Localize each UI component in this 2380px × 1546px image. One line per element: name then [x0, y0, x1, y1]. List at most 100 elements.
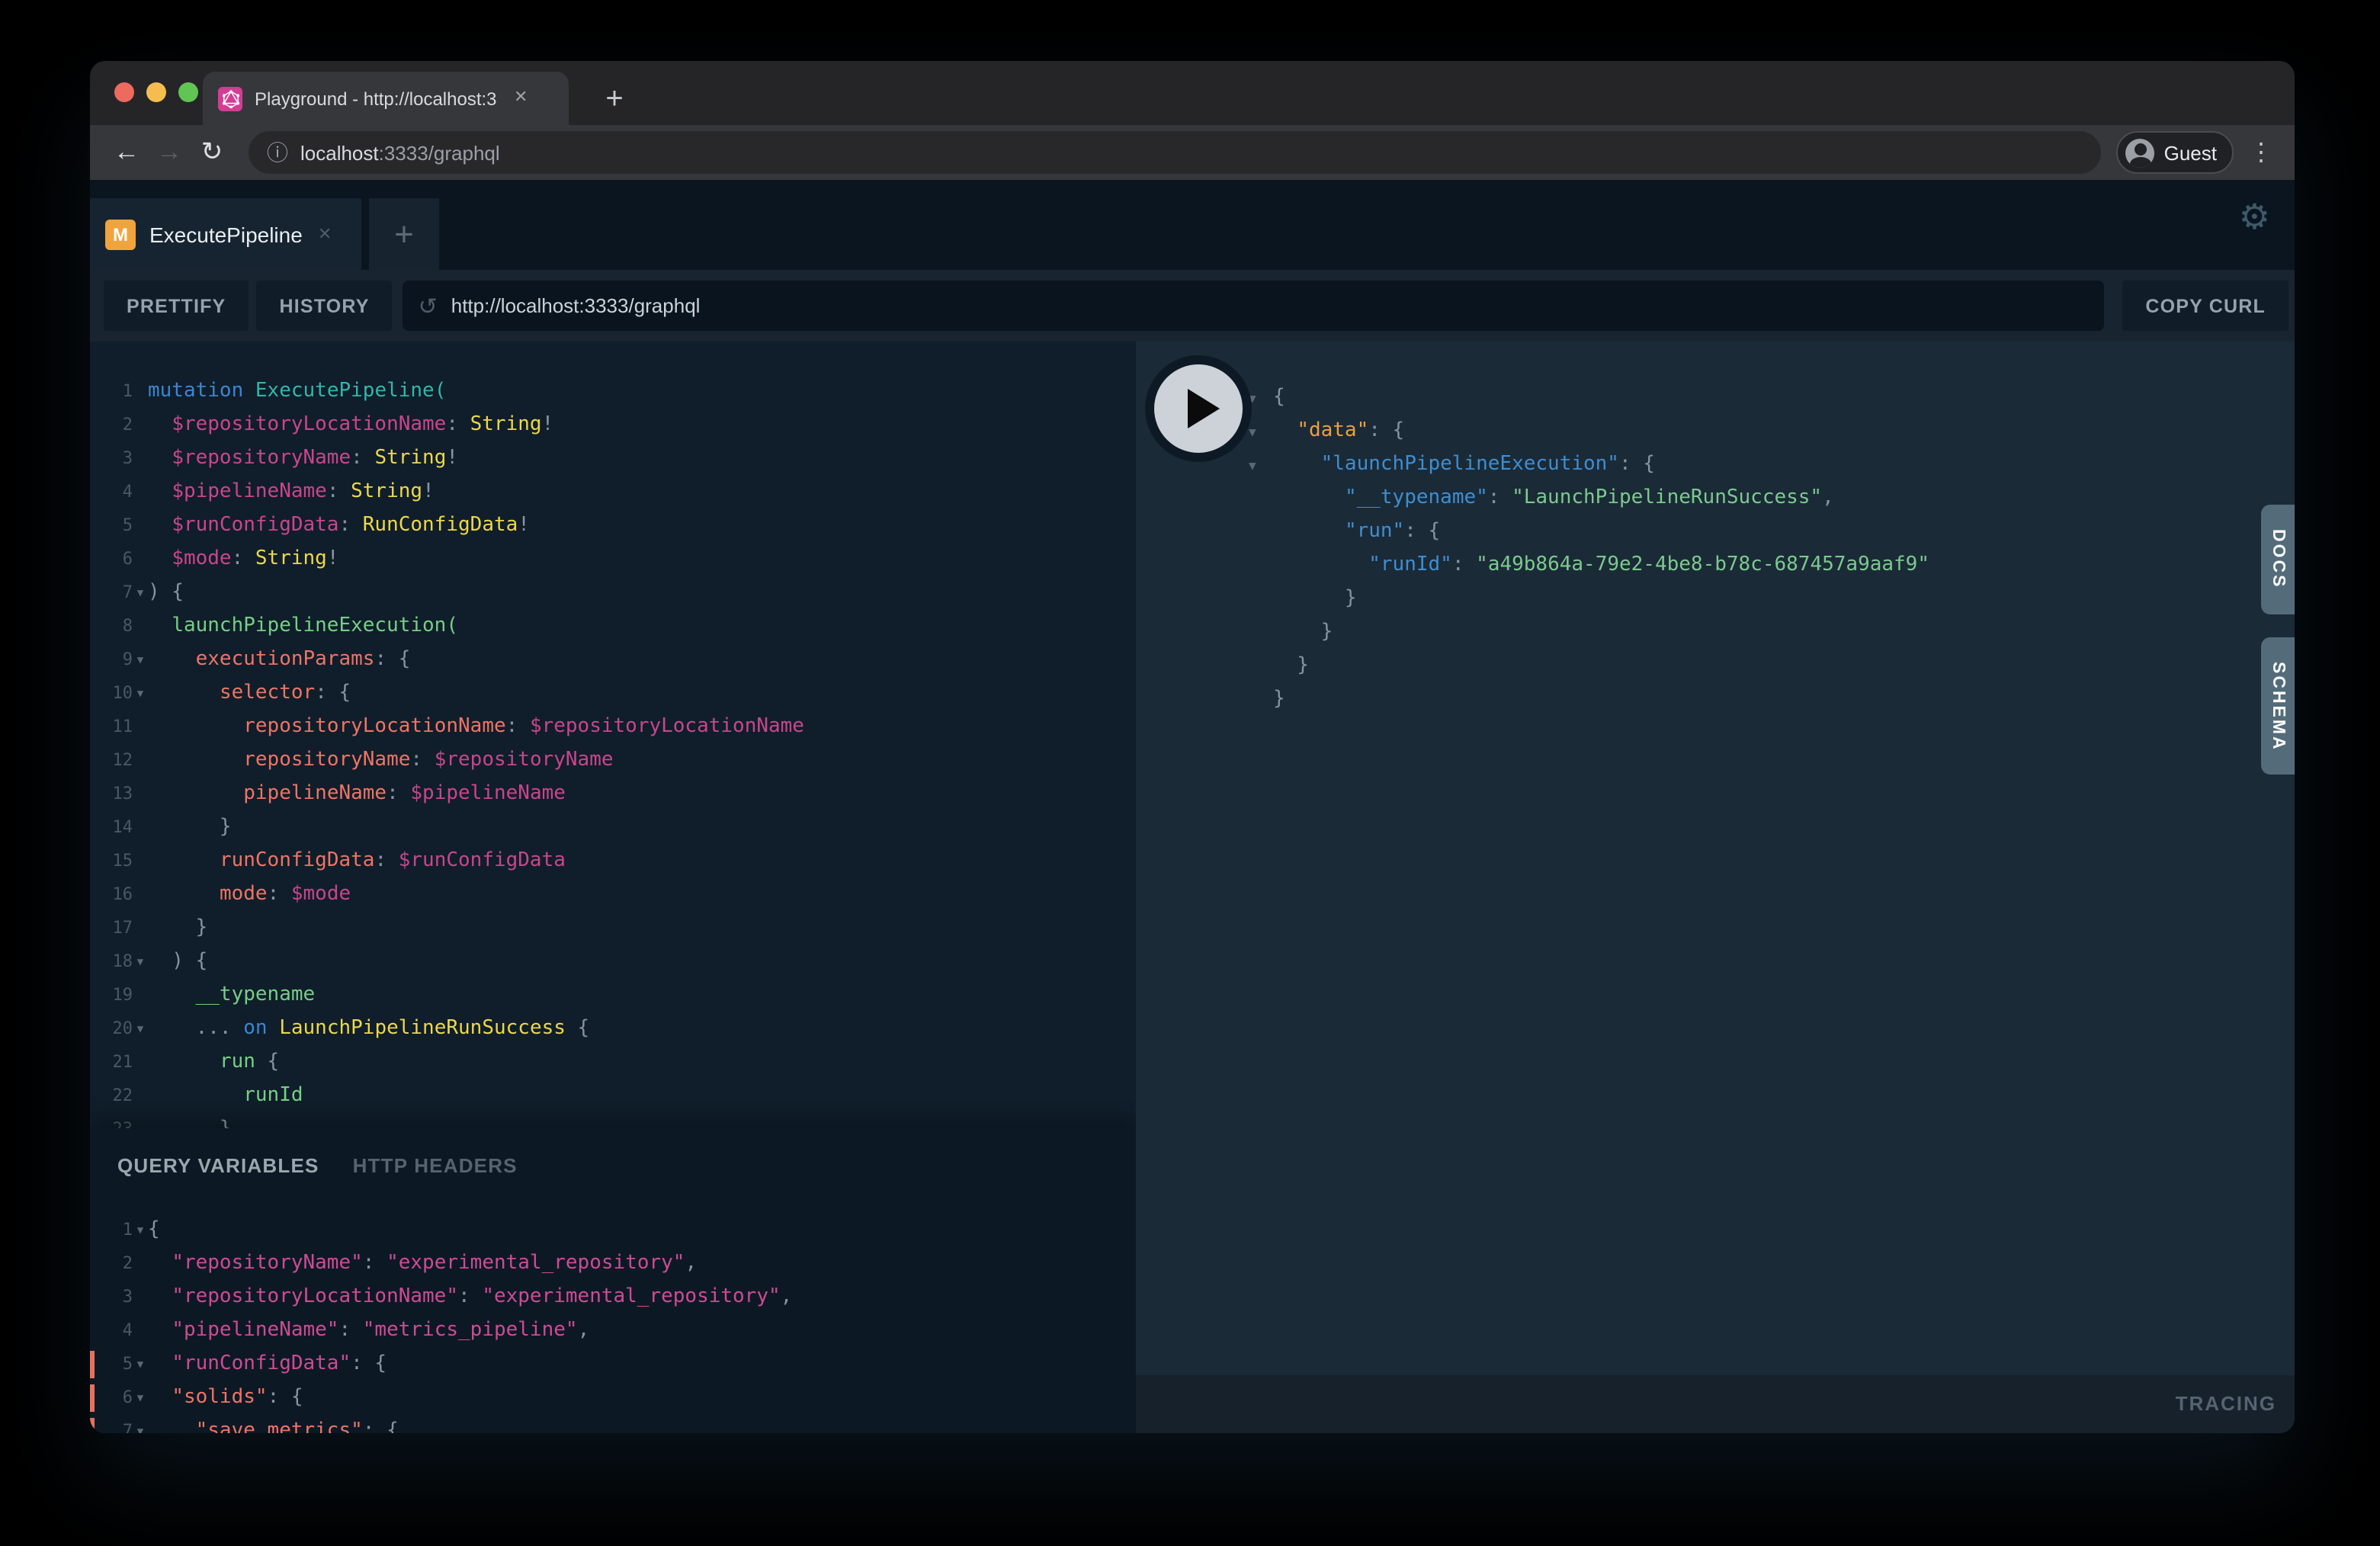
- code-token: "runId": [1368, 549, 1452, 582]
- code-line: 2 "repositoryName": "experimental_reposi…: [90, 1247, 1136, 1281]
- code-line: 6▼ "solids": {: [90, 1381, 1136, 1415]
- code-token: String: [470, 409, 542, 442]
- fold-spacer: [1249, 582, 1273, 616]
- endpoint-url: http://localhost:3333/graphql: [451, 294, 701, 317]
- tab-close-icon[interactable]: ✕: [514, 90, 528, 107]
- code-token: :: [410, 744, 434, 778]
- fold-spacer: [133, 1247, 148, 1281]
- code-token: }: [148, 912, 207, 945]
- history-button[interactable]: HISTORY: [256, 281, 392, 331]
- fold-spacer: [133, 543, 148, 576]
- code-token: {: [148, 1214, 160, 1247]
- line-number: 4: [90, 1314, 133, 1348]
- code-token: }: [148, 811, 232, 845]
- code-line: 7▼) {: [90, 576, 1136, 610]
- code-token: String: [351, 476, 422, 509]
- fold-arrow-icon[interactable]: ▼: [1249, 415, 1273, 448]
- back-icon[interactable]: ←: [105, 137, 148, 168]
- code-line: 19 __typename: [90, 979, 1136, 1012]
- execute-query-button[interactable]: [1145, 355, 1252, 462]
- code-line: 13 pipelineName: $pipelineName: [90, 778, 1136, 811]
- code-token: repositoryName: [243, 744, 410, 778]
- fold-arrow-icon[interactable]: ▼: [133, 1348, 148, 1381]
- prettify-button[interactable]: PRETTIFY: [104, 281, 249, 331]
- query-variables-panel: QUERY VARIABLES HTTP HEADERS 1▼{2 "repos…: [90, 1128, 1136, 1433]
- browser-tab[interactable]: Playground - http://localhost:3 ✕: [203, 72, 569, 125]
- line-number: 6: [90, 543, 133, 576]
- fold-arrow-icon[interactable]: ▼: [133, 677, 148, 710]
- fold-spacer: [1249, 482, 1273, 515]
- fold-spacer: [133, 778, 148, 811]
- line-number: 3: [90, 1281, 133, 1314]
- tab-query-variables[interactable]: QUERY VARIABLES: [117, 1154, 319, 1177]
- variables-tabs: QUERY VARIABLES HTTP HEADERS: [90, 1128, 1136, 1177]
- fold-arrow-icon[interactable]: ▼: [1249, 381, 1273, 415]
- close-window-button[interactable]: [114, 82, 134, 102]
- fold-arrow-icon[interactable]: ▼: [133, 1381, 148, 1415]
- line-number: 10: [90, 677, 133, 710]
- code-token: ,: [781, 1281, 793, 1314]
- schema-side-tab[interactable]: SCHEMA: [2261, 637, 2295, 775]
- line-number: 9: [90, 643, 133, 677]
- line-number: 1: [90, 375, 133, 409]
- code-line: "runId": "a49b864a-79e2-4be8-b78c-687457…: [1249, 549, 2295, 582]
- fold-arrow-icon[interactable]: ▼: [133, 1214, 148, 1247]
- graphql-logo-icon: [222, 89, 239, 107]
- profile-button[interactable]: Guest: [2117, 131, 2234, 174]
- code-token: $repositoryName: [435, 744, 614, 778]
- code-token: [148, 1281, 172, 1314]
- code-token: :: [1452, 549, 1476, 582]
- docs-side-tab[interactable]: DOCS: [2261, 505, 2295, 614]
- fold-arrow-icon[interactable]: ▼: [133, 1415, 148, 1433]
- code-token: : {: [315, 677, 351, 710]
- code-token: : {: [351, 1348, 387, 1381]
- forward-icon[interactable]: →: [148, 137, 191, 168]
- new-session-button[interactable]: +: [369, 198, 439, 270]
- code-token: "a49b864a-79e2-4be8-b78c-687457a9aaf9": [1476, 549, 1929, 582]
- code-token: "data": [1297, 415, 1368, 448]
- code-token: [148, 442, 172, 476]
- line-number: 21: [90, 1046, 133, 1079]
- code-line: 1▼{: [90, 1214, 1136, 1247]
- code-token: !: [422, 476, 435, 509]
- line-number: 2: [90, 1247, 133, 1281]
- code-token: [148, 878, 220, 912]
- line-number: 5: [90, 1348, 133, 1381]
- code-token: :: [268, 878, 291, 912]
- site-info-icon[interactable]: ⓘ: [267, 137, 288, 168]
- endpoint-reload-icon[interactable]: ↺: [419, 292, 438, 319]
- tracing-toggle[interactable]: TRACING: [2176, 1392, 2276, 1415]
- fold-spacer: [133, 375, 148, 409]
- fold-arrow-icon[interactable]: ▼: [1249, 448, 1273, 482]
- fold-arrow-icon[interactable]: ▼: [133, 576, 148, 610]
- fold-arrow-icon[interactable]: ▼: [133, 1012, 148, 1046]
- session-tab-executepipeline[interactable]: M ExecutePipeline ✕: [90, 198, 361, 270]
- code-token: [148, 409, 172, 442]
- code-line: 7▼ "save_metrics": {: [90, 1415, 1136, 1433]
- variables-code[interactable]: 1▼{2 "repositoryName": "experimental_rep…: [90, 1214, 1136, 1433]
- line-number: 8: [90, 610, 133, 643]
- copy-curl-button[interactable]: COPY CURL: [2122, 281, 2289, 331]
- code-token: :: [1488, 482, 1512, 515]
- address-bar[interactable]: ⓘ localhost:3333/graphql: [249, 131, 2102, 174]
- code-token: {: [566, 1012, 589, 1046]
- minimize-window-button[interactable]: [146, 82, 166, 102]
- new-tab-button[interactable]: +: [593, 78, 636, 120]
- graphql-playground-favicon: [218, 86, 242, 111]
- tab-http-headers[interactable]: HTTP HEADERS: [353, 1154, 518, 1177]
- reload-icon[interactable]: ↻: [191, 137, 233, 168]
- endpoint-input[interactable]: ↺ http://localhost:3333/graphql: [403, 281, 2105, 331]
- code-token: String: [374, 442, 446, 476]
- browser-menu-icon[interactable]: ⋮: [2243, 137, 2279, 168]
- code-token: [1273, 415, 1297, 448]
- fullscreen-window-button[interactable]: [178, 82, 198, 102]
- code-line: ▼{: [1249, 381, 2295, 415]
- code-token: String: [255, 543, 327, 576]
- session-close-icon[interactable]: ✕: [318, 224, 332, 244]
- code-token: $mode: [291, 878, 351, 912]
- fold-arrow-icon[interactable]: ▼: [133, 643, 148, 677]
- settings-gear-icon[interactable]: ⚙: [2239, 200, 2270, 235]
- fold-arrow-icon[interactable]: ▼: [133, 945, 148, 979]
- code-token: : {: [268, 1381, 303, 1415]
- code-line: 6 $mode: String!: [90, 543, 1136, 576]
